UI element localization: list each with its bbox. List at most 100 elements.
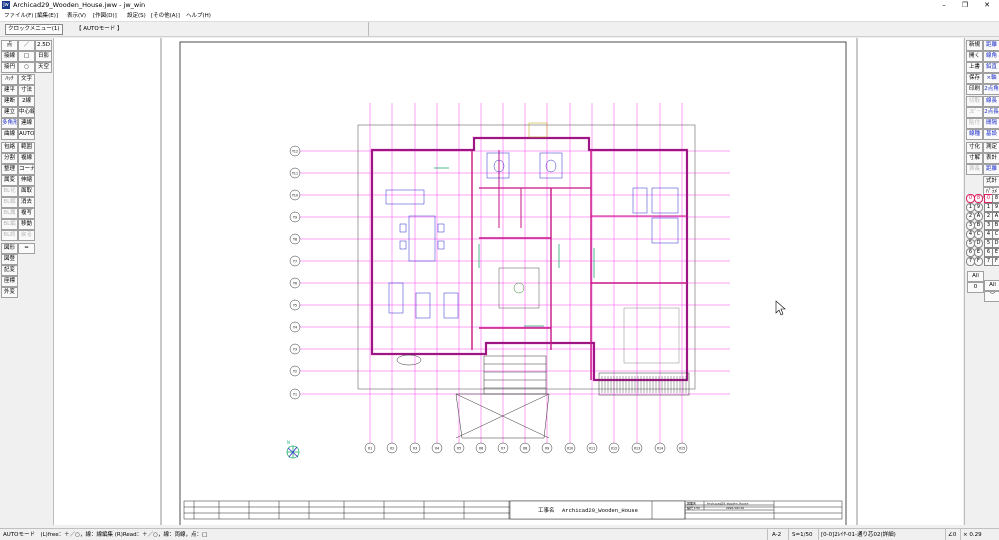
rtool-8-0[interactable]: 線種: [966, 129, 983, 140]
rtool-9-0[interactable]: 寸化: [966, 142, 983, 153]
menu-other[interactable]: [その他(A)]: [151, 12, 180, 20]
rtool-6-0[interactable]: ｺﾋﾟｰ: [966, 107, 983, 118]
rtool-3-1[interactable]: ×軸: [983, 73, 999, 84]
drawing-canvas[interactable]: 工事名 Archicad29_Wooden_House 図面名 Archicad…: [54, 38, 963, 527]
tool-3-1[interactable]: 文字: [18, 74, 35, 85]
minimize-icon[interactable]: –: [933, 0, 955, 11]
tool-11-0[interactable]: 整理: [1, 164, 18, 175]
tool-16-0[interactable]: BL編: [1, 219, 18, 230]
tool-1-2[interactable]: 日影: [35, 51, 52, 62]
tool-7-1[interactable]: 連線: [18, 118, 35, 129]
tool-7-0[interactable]: 多角形: [1, 118, 18, 129]
layer-group-A[interactable]: A: [974, 212, 983, 221]
layer-zero-button[interactable]: 0: [967, 282, 984, 293]
menu-edit[interactable]: [編集(E)]: [35, 12, 58, 20]
rtool-4-1[interactable]: 2点角: [983, 84, 999, 95]
tool-0-0[interactable]: 点: [1, 40, 18, 51]
rtool-12-1[interactable]: 式計: [983, 176, 999, 187]
tool-2-0[interactable]: 接円: [1, 62, 18, 73]
layer-8[interactable]: 8: [992, 194, 999, 203]
clock-menu-button[interactable]: クロックメニュー(1): [5, 24, 63, 35]
rtool-10-1[interactable]: 表計: [983, 153, 999, 164]
tool-17-0[interactable]: BL終: [1, 230, 18, 241]
status-zoom[interactable]: × 0.29: [963, 531, 982, 539]
tool-9-1[interactable]: 範囲: [18, 142, 35, 153]
tool-22-0[interactable]: 外変: [1, 287, 18, 298]
rtool-0-0[interactable]: 新規: [966, 40, 983, 51]
rtool-7-0[interactable]: 貼付: [966, 118, 983, 129]
menu-help[interactable]: ヘルプ(H): [186, 12, 211, 20]
menu-draw[interactable]: [作図(D)]: [93, 12, 117, 20]
layer-group-B[interactable]: B: [974, 221, 983, 230]
tool-2-1[interactable]: ○: [18, 62, 35, 73]
tool-1-1[interactable]: □: [18, 51, 35, 62]
layer-C[interactable]: C: [992, 230, 999, 239]
rtool-1-1[interactable]: 線角: [983, 51, 999, 62]
tool-16-1[interactable]: 移動: [18, 219, 35, 230]
tool-5-1[interactable]: 2線: [18, 96, 35, 107]
rtool-10-0[interactable]: 寸解: [966, 153, 983, 164]
rtool-4-0[interactable]: 印刷: [966, 84, 983, 95]
tool-12-1[interactable]: 伸縮: [18, 175, 35, 186]
tool-11-1[interactable]: コーナー: [18, 164, 35, 175]
chevron-down-icon[interactable]: ﹀: [984, 291, 999, 302]
rtool-3-0[interactable]: 保存: [966, 73, 983, 84]
tool-10-1[interactable]: 複線: [18, 153, 35, 164]
layer-B[interactable]: B: [992, 221, 999, 230]
layer-F[interactable]: F: [992, 257, 999, 266]
tool-17-1[interactable]: 戻る: [18, 230, 35, 241]
tool-4-0[interactable]: 建平: [1, 85, 18, 96]
rtool-5-1[interactable]: 線長: [983, 96, 999, 107]
layer-group-9[interactable]: 9: [974, 203, 983, 212]
rtool-2-0[interactable]: 上書: [966, 62, 983, 73]
tool-14-1[interactable]: 消去: [18, 197, 35, 208]
close-icon[interactable]: ✕: [976, 0, 998, 11]
tool-4-1[interactable]: 寸法: [18, 85, 35, 96]
layer-group-C[interactable]: C: [974, 230, 983, 239]
rtool-6-1[interactable]: 2点長: [983, 107, 999, 118]
tool-13-1[interactable]: 面取: [18, 186, 35, 197]
layer-all-button[interactable]: All: [967, 271, 984, 282]
tool-10-0[interactable]: 分割: [1, 153, 18, 164]
rtool-1-0[interactable]: 開く: [966, 51, 983, 62]
tool-6-0[interactable]: 建立: [1, 107, 18, 118]
tool-2-2[interactable]: 天空: [35, 62, 52, 73]
rtool-11-0[interactable]: 測長: [966, 164, 983, 175]
tool-8-0[interactable]: 曲線: [1, 129, 18, 140]
status-angle[interactable]: ∠0: [948, 531, 956, 539]
tool-12-0[interactable]: 属変: [1, 175, 18, 186]
tool-18-0[interactable]: 図形: [1, 243, 18, 254]
tool-15-1[interactable]: 複写: [18, 208, 35, 219]
rtool-8-1[interactable]: 基設: [983, 129, 999, 140]
layer-group-8[interactable]: 8: [974, 194, 983, 203]
menu-file[interactable]: ファイル(F): [4, 12, 33, 20]
status-layer[interactable]: [0-0]2ﾚｲﾔ-01-通り芯02(詳細): [821, 531, 896, 539]
tool-3-0[interactable]: ﾊｯﾁ: [1, 74, 18, 85]
layer-group-E[interactable]: E: [974, 248, 983, 257]
layer-9[interactable]: 9: [992, 203, 999, 212]
tool-18-1[interactable]: ━: [18, 243, 35, 254]
tool-8-1[interactable]: AUTO: [18, 129, 35, 140]
layer-E[interactable]: E: [992, 248, 999, 257]
maximize-icon[interactable]: ❐: [954, 0, 976, 11]
tool-1-0[interactable]: 接線: [1, 51, 18, 62]
menu-settings[interactable]: 設定(S): [127, 12, 146, 20]
rtool-7-1[interactable]: 間隔: [983, 118, 999, 129]
layer-A[interactable]: A: [992, 212, 999, 221]
tool-15-0[interactable]: BL属: [1, 208, 18, 219]
layer-all-button-2[interactable]: All: [984, 280, 999, 291]
tool-20-0[interactable]: 記変: [1, 265, 18, 276]
tool-0-2[interactable]: 2.5D: [35, 40, 52, 51]
tool-6-1[interactable]: 中心線: [18, 107, 35, 118]
rtool-11-1[interactable]: 距離: [983, 164, 999, 175]
tool-13-0[interactable]: BL化: [1, 186, 18, 197]
layer-group-F[interactable]: F: [974, 257, 983, 266]
tool-9-0[interactable]: 包絡: [1, 142, 18, 153]
rtool-5-0[interactable]: 切取: [966, 96, 983, 107]
menu-view[interactable]: 表示(V): [67, 12, 86, 20]
rtool-2-1[interactable]: 鉛直: [983, 62, 999, 73]
tool-19-0[interactable]: 図登: [1, 254, 18, 265]
status-scale[interactable]: S=1/50: [792, 531, 812, 539]
layer-D[interactable]: D: [992, 239, 999, 248]
rtool-9-1[interactable]: 測定: [983, 142, 999, 153]
